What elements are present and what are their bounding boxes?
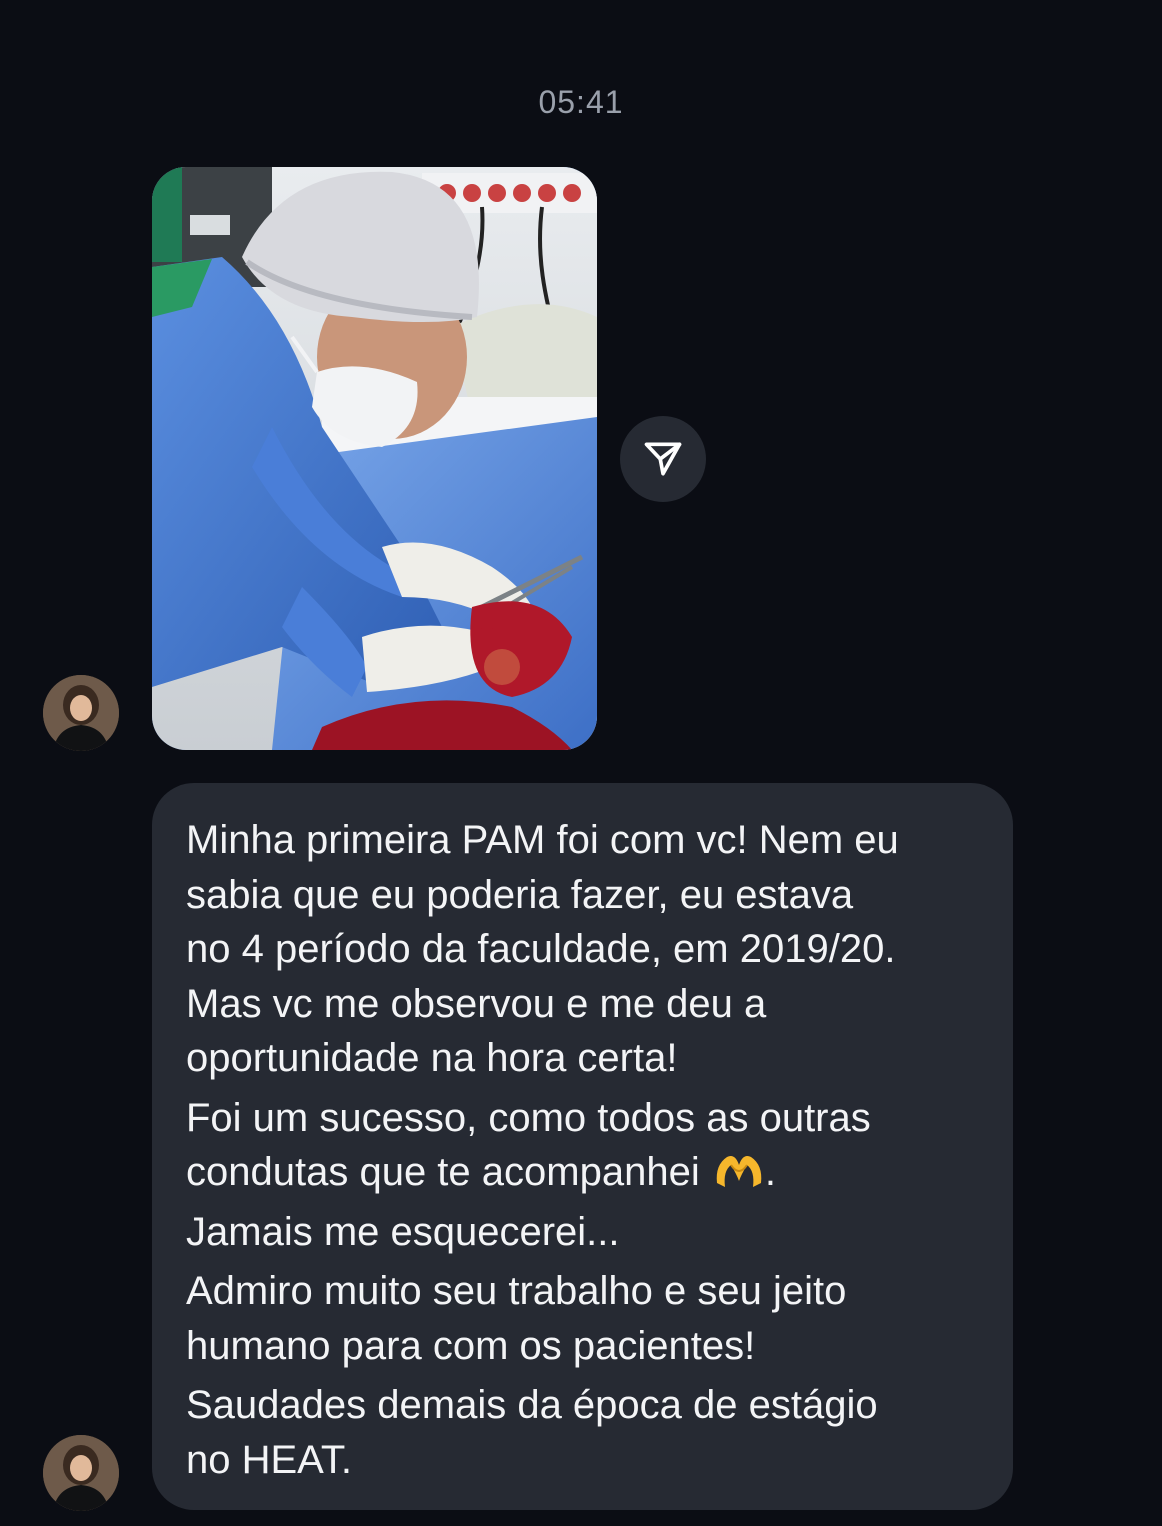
profile-avatar-icon	[43, 675, 119, 751]
profile-avatar-icon	[43, 1435, 119, 1511]
message-timestamp: 05:41	[538, 84, 624, 120]
heart-hands-icon	[716, 1156, 762, 1187]
share-button[interactable]	[620, 416, 706, 502]
message-line-with-emoji: condutas que te acompanhei .	[186, 1145, 979, 1200]
message-line: no 4 período da faculdade, em 2019/20.	[186, 927, 896, 971]
message-line: oportunidade na hora certa!	[186, 1036, 678, 1080]
message-line: no HEAT.	[186, 1437, 352, 1482]
sender-avatar[interactable]	[43, 1435, 119, 1511]
chat-screen: 05:41 Minha primeira PAM foi com vc! Nem…	[0, 0, 1162, 1526]
paper-plane-icon	[644, 442, 682, 476]
message-emoji-suffix: .	[764, 1150, 776, 1194]
message-line: Saudades demais da época de estágio	[186, 1383, 878, 1427]
message-line: Foi um sucesso, como todos as outras	[186, 1095, 871, 1140]
message-line: Minha primeira PAM foi com vc! Nem eu	[186, 818, 899, 862]
message-line: Jamais me esquecerei...	[186, 1209, 620, 1254]
text-message-bubble[interactable]: Minha primeira PAM foi com vc! Nem eu sa…	[152, 783, 1013, 1510]
message-line: sabia que eu poderia fazer, eu estava	[186, 872, 854, 917]
surgery-photo-image	[152, 167, 597, 750]
message-line: Mas vc me observou e me deu a	[186, 981, 767, 1026]
sender-avatar[interactable]	[43, 675, 119, 751]
message-line: humano para com os pacientes!	[186, 1323, 756, 1368]
message-line: Admiro muito seu trabalho e seu jeito	[186, 1269, 847, 1313]
message-line: condutas que te acompanhei	[186, 1150, 700, 1194]
shared-photo[interactable]	[152, 167, 597, 750]
